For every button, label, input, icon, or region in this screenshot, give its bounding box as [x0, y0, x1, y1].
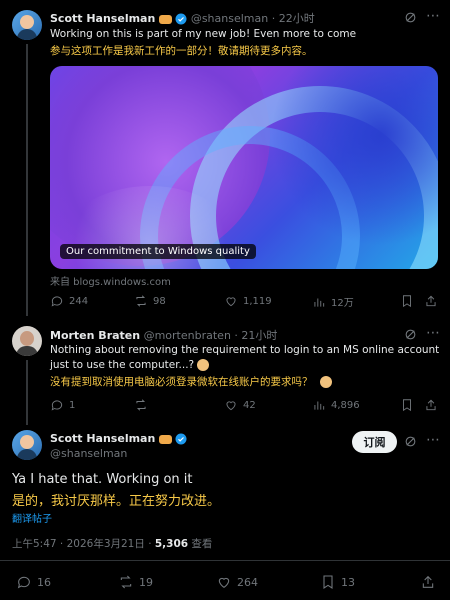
- like-button[interactable]: 264: [216, 574, 258, 590]
- divider: [0, 560, 450, 561]
- bookmark-button[interactable]: 13: [320, 574, 355, 590]
- tweet-text-translation: 参与这项工作是我新工作的一部分！敬请期待更多内容。: [50, 45, 313, 57]
- reply-count: 16: [37, 575, 51, 589]
- author-handle[interactable]: @mortenbraten: [144, 329, 231, 342]
- retweet-count: 19: [139, 575, 153, 589]
- bookmark-icon[interactable]: [400, 294, 414, 308]
- link-card-caption[interactable]: Our commitment to Windows quality: [60, 244, 256, 259]
- link-card-image[interactable]: Our commitment to Windows quality: [50, 66, 438, 269]
- thread-line: [26, 360, 28, 425]
- tweet-text-translation: 没有提到取消使用电脑必须登录微软在线账户的要求吗？: [50, 376, 313, 388]
- views-button[interactable]: 4,896: [312, 398, 360, 412]
- bookmark-icon: [323, 575, 333, 589]
- views-icon: [314, 401, 325, 410]
- avatar[interactable]: [12, 326, 42, 356]
- reply-button[interactable]: 16: [16, 574, 51, 590]
- tweet-text-translation: 是的，我讨厌那样。正在努力改进。: [12, 494, 221, 509]
- like-button[interactable]: 42: [224, 398, 256, 412]
- like-count: 264: [237, 575, 258, 589]
- reply-icon: [17, 576, 30, 589]
- post-timestamp[interactable]: 上午5:47 · 2026年3月21日 ·: [12, 538, 155, 550]
- post-views-label: 查看: [188, 538, 213, 550]
- like-count: 42: [243, 399, 256, 411]
- retweet-button[interactable]: 19: [118, 574, 153, 590]
- reply-button[interactable]: 244: [50, 294, 88, 308]
- retweet-icon: [136, 295, 146, 307]
- verified-icon: [175, 433, 187, 445]
- retweet-count: 98: [153, 295, 166, 307]
- author-name[interactable]: Scott Hanselman: [50, 12, 155, 25]
- heart-icon: [218, 577, 230, 588]
- heart-icon: [226, 297, 236, 307]
- share-icon[interactable]: [424, 398, 438, 412]
- tweet-text-en-line2: just to use the computer...?: [50, 359, 195, 371]
- tweet-text-en: Working on this is part of my new job! E…: [50, 28, 357, 40]
- thread-line: [26, 44, 28, 316]
- post-time[interactable]: · 22小时: [272, 12, 315, 25]
- author-name[interactable]: Scott Hanselman: [50, 432, 155, 445]
- reply-icon: [51, 296, 63, 307]
- affiliate-badge-icon: [158, 14, 172, 24]
- reply-button[interactable]: 1: [50, 398, 75, 412]
- post-time[interactable]: · 21小时: [234, 329, 277, 342]
- post-views-count: 5,306: [154, 538, 189, 550]
- link-card-source[interactable]: 来自 blogs.windows.com: [50, 273, 171, 288]
- reply-count: 1: [69, 399, 76, 411]
- author-handle[interactable]: @shanselman: [191, 12, 268, 25]
- person-emoji-icon: [197, 359, 210, 371]
- author-handle[interactable]: @shanselman: [50, 447, 127, 460]
- subscribe-button[interactable]: 订阅: [352, 431, 397, 453]
- views-count: 12万: [331, 298, 354, 309]
- retweet-button[interactable]: 98: [134, 294, 166, 308]
- like-button[interactable]: 1,119: [224, 294, 272, 308]
- like-count: 1,119: [243, 295, 272, 307]
- more-icon[interactable]: ⋯: [426, 432, 440, 448]
- tweet-text-en: Ya I hate that. Working on it: [12, 472, 193, 487]
- bookmark-count: 13: [341, 575, 355, 589]
- post-meta: 上午5:47 · 2026年3月21日 · 5,306 查看: [12, 536, 212, 551]
- avatar[interactable]: [12, 430, 42, 460]
- heart-icon: [226, 401, 236, 411]
- reply-count: 244: [69, 295, 89, 307]
- retweet-button[interactable]: [134, 398, 153, 412]
- reply-icon: [51, 400, 63, 411]
- share-icon[interactable]: [420, 574, 436, 590]
- retweet-icon: [136, 399, 146, 411]
- grok-icon[interactable]: [404, 435, 417, 448]
- affiliate-badge-icon: [158, 434, 172, 444]
- views-count: 4,896: [331, 399, 360, 411]
- grok-icon[interactable]: [404, 328, 417, 341]
- bookmark-icon[interactable]: [400, 398, 414, 412]
- grok-icon[interactable]: [404, 11, 417, 24]
- avatar[interactable]: [12, 10, 42, 40]
- views-icon: [314, 298, 325, 307]
- more-icon[interactable]: ⋯: [426, 8, 440, 24]
- more-icon[interactable]: ⋯: [426, 325, 440, 341]
- share-icon[interactable]: [424, 294, 438, 308]
- tweet-text-en-line1: Nothing about removing the requirement t…: [50, 344, 440, 356]
- person-emoji-icon: [319, 376, 332, 388]
- author-name[interactable]: Morten Braten: [50, 329, 140, 342]
- verified-icon: [175, 13, 187, 25]
- retweet-icon: [120, 575, 132, 589]
- views-button[interactable]: 12万: [312, 294, 354, 309]
- translate-post-link[interactable]: 翻译帖子: [12, 510, 52, 525]
